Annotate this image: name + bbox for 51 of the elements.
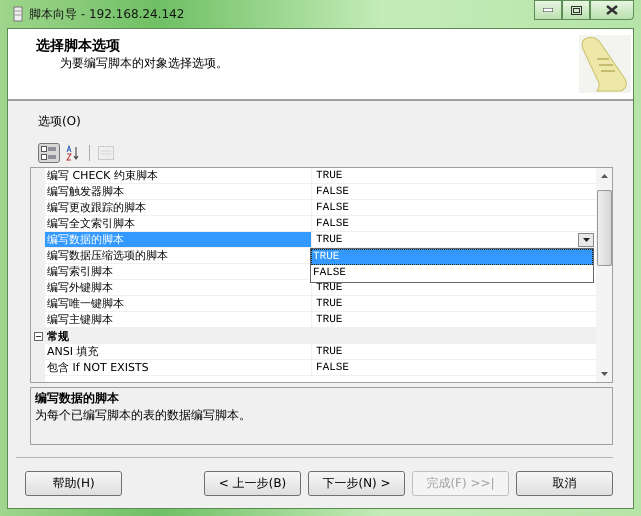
property-name[interactable]: 编写更改跟踪的脚本 [45, 200, 312, 215]
property-name[interactable]: ANSI 填充 [45, 344, 312, 359]
property-value: TRUE [316, 282, 342, 294]
property-value: TRUE [316, 346, 342, 358]
wizard-button[interactable]: < 上一步(B) [204, 471, 301, 496]
page-title: 选择脚本选项 [36, 37, 121, 55]
property-value: FALSE [316, 218, 350, 230]
property-value: TRUE [316, 170, 342, 182]
minimize-icon [543, 8, 553, 12]
collapse-button[interactable] [34, 332, 43, 340]
scroll-down-icon [600, 372, 608, 376]
property-name[interactable]: 包含 If NOT EXISTS [45, 360, 312, 375]
category-name: 常规 [47, 328, 69, 344]
category-row[interactable]: 常规 [31, 328, 596, 344]
property-name[interactable]: 编写全文索引脚本 [45, 216, 312, 231]
categorized-button[interactable] [38, 143, 60, 163]
description-title: 编写数据的脚本 [35, 390, 120, 407]
property-name[interactable]: 编写唯一键脚本 [45, 296, 312, 311]
close-button[interactable] [590, 0, 634, 20]
maximize-button[interactable] [562, 0, 590, 20]
wizard-button[interactable]: 帮助(H) [25, 471, 122, 496]
property-value: TRUE [316, 234, 342, 246]
dropdown-button[interactable] [578, 232, 594, 246]
description-text: 为每个已编写脚本的表的数据编写脚本。 [35, 407, 252, 424]
minimize-button[interactable] [534, 0, 562, 20]
wizard-button[interactable]: 下一步(N) > [308, 471, 405, 496]
property-value: TRUE [316, 314, 342, 326]
scroll-icon [579, 35, 631, 93]
scroll-thumb[interactable] [596, 190, 612, 266]
scroll-up-icon [600, 174, 608, 178]
minus-icon [34, 332, 43, 340]
window-title: 脚本向导 - 192.168.24.142 [29, 6, 184, 22]
document-icon [13, 6, 23, 22]
property-value: TRUE [316, 298, 342, 310]
categorized-list-icon [41, 146, 57, 160]
dropdown-option[interactable]: FALSE [311, 265, 593, 281]
wizard-button[interactable]: 取消 [516, 471, 613, 496]
sort-az-icon [65, 145, 81, 161]
property-name[interactable]: 编写 CHECK 约束脚本 [45, 168, 312, 183]
property-value: FALSE [316, 186, 350, 198]
property-name[interactable]: 编写主键脚本 [45, 312, 312, 327]
property-name[interactable]: 编写触发器脚本 [45, 184, 312, 199]
close-icon [606, 5, 618, 15]
caret-icon [582, 238, 590, 242]
options-label: 选项(O) [38, 113, 82, 129]
page-subtitle: 为要编写脚本的对象选择选项。 [59, 55, 228, 72]
property-pages-icon [98, 146, 114, 160]
property-value: FALSE [316, 202, 350, 214]
maximize-icon [570, 6, 582, 14]
property-value: FALSE [316, 362, 350, 374]
scrollbar[interactable] [596, 168, 612, 382]
